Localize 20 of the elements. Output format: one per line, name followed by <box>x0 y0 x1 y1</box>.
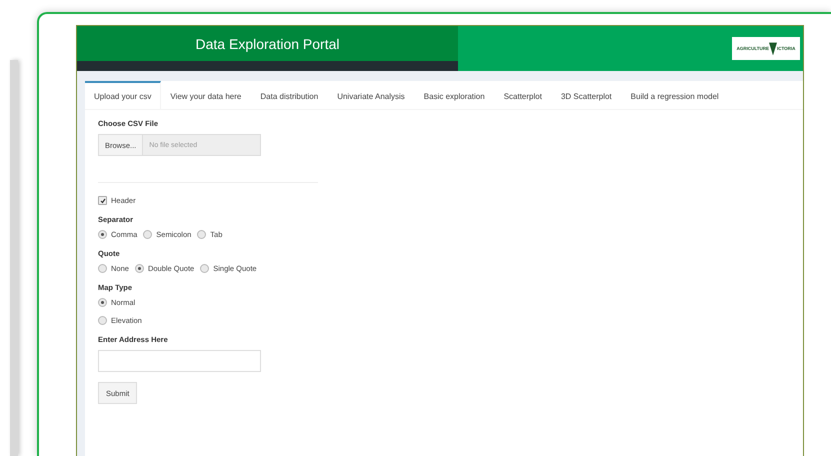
tab[interactable]: View your data here <box>161 81 252 109</box>
radio-button[interactable] <box>98 230 107 239</box>
triangle-icon <box>769 42 777 56</box>
tab[interactable]: Basic exploration <box>414 81 495 109</box>
radio-button[interactable] <box>98 264 107 273</box>
checkbox[interactable] <box>98 196 107 205</box>
tab[interactable]: Data distribution <box>251 81 328 109</box>
tab[interactable]: Scatterplot <box>494 81 552 109</box>
tab[interactable]: Build a regression model <box>622 81 729 109</box>
radio-button[interactable] <box>98 298 107 307</box>
radio-button[interactable] <box>143 230 152 239</box>
portal-title: Data Exploration Portal <box>196 36 340 52</box>
tab[interactable]: 3D Scatterplot <box>552 81 622 109</box>
radio-button[interactable] <box>200 264 210 273</box>
tab[interactable]: Upload your csv <box>85 81 162 109</box>
tab[interactable]: Univariate Analysis <box>328 81 415 109</box>
address-field[interactable] <box>98 350 261 372</box>
radio-button[interactable] <box>197 230 206 239</box>
radio-button[interactable] <box>134 264 144 273</box>
radio-button[interactable] <box>98 316 107 325</box>
